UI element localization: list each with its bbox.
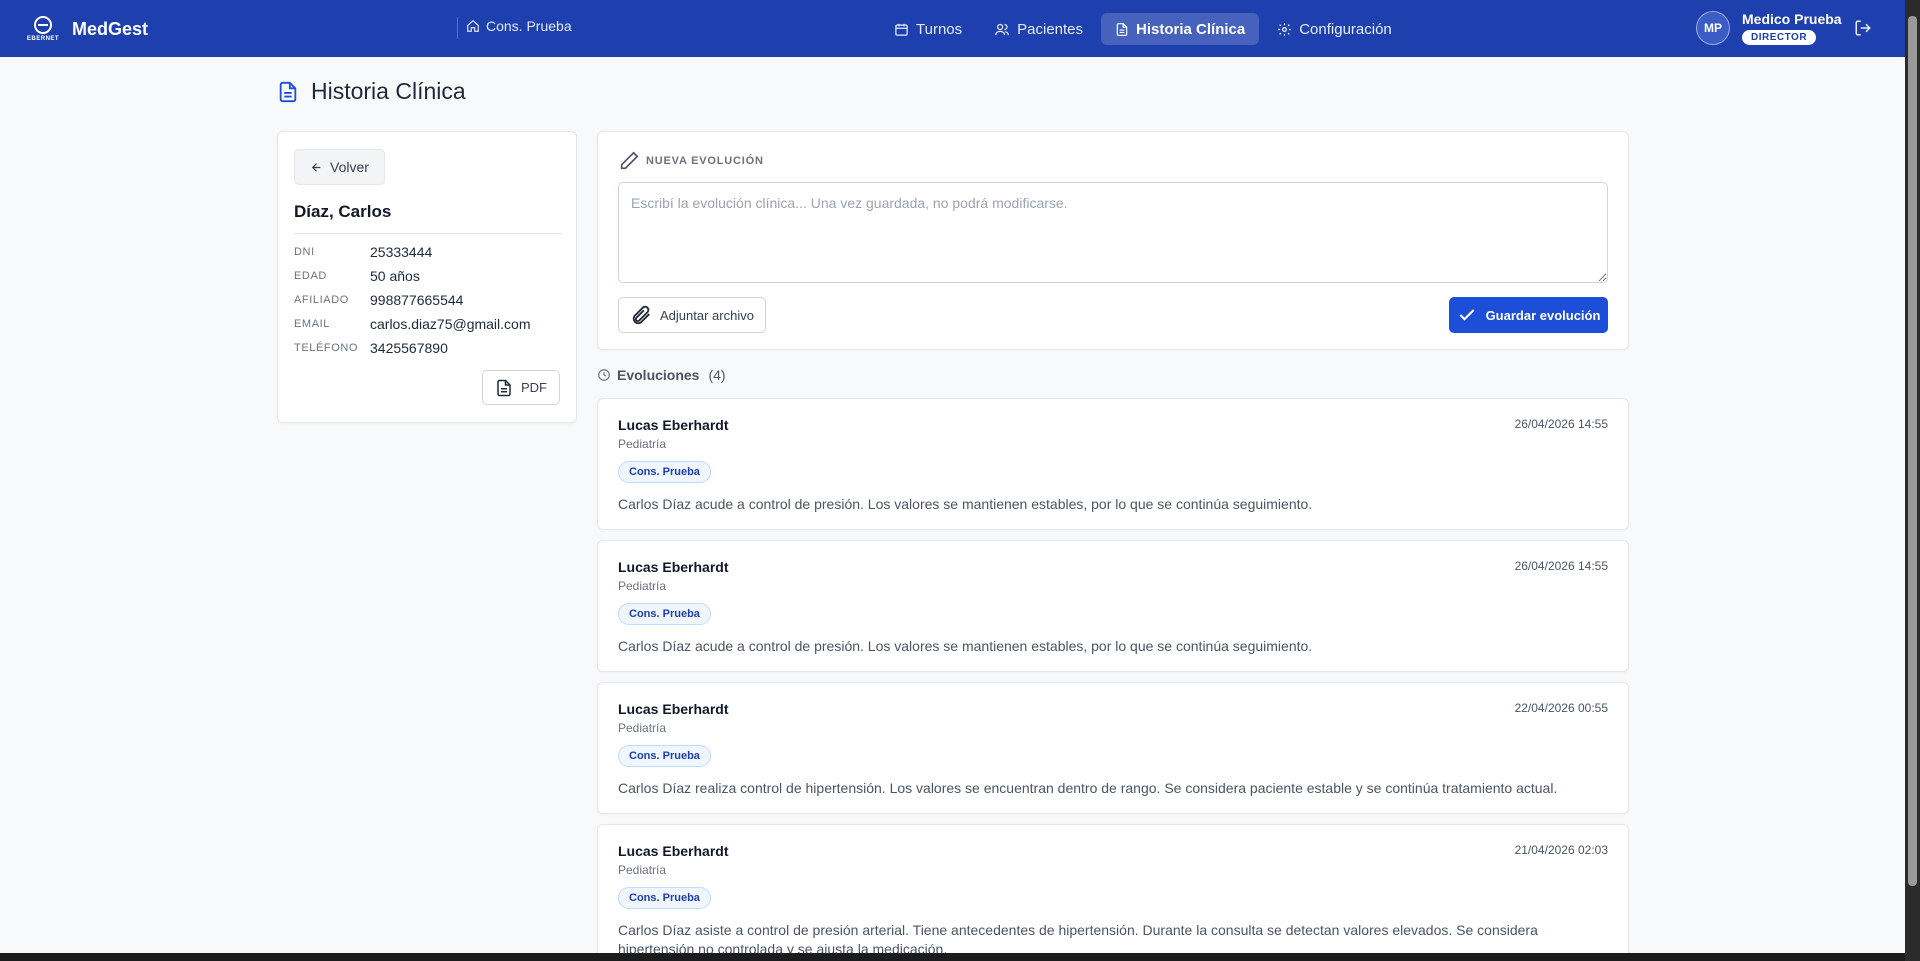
divider xyxy=(457,17,458,39)
nav-configuracion[interactable]: Configuración xyxy=(1263,13,1406,45)
consultorio-selector[interactable]: Cons. Prueba xyxy=(466,18,572,34)
field-value: 50 años xyxy=(370,268,420,284)
entry-specialty: Pediatría xyxy=(618,721,667,735)
entry-specialty: Pediatría xyxy=(618,437,667,451)
divider xyxy=(294,233,562,234)
evolution-entry: Lucas Eberhardt Pediatría 26/04/2026 14:… xyxy=(597,398,1629,530)
user-name: Medico Prueba xyxy=(1742,11,1842,27)
main-nav: Turnos Pacientes Historia Clínica Config… xyxy=(880,13,1410,45)
entry-date: 26/04/2026 14:55 xyxy=(1514,559,1608,573)
evolution-entry: Lucas Eberhardt Pediatría 22/04/2026 00:… xyxy=(597,682,1629,814)
logout-icon xyxy=(1855,20,1871,36)
field-dni: DNI 25333444 xyxy=(294,244,432,260)
field-email: EMAIL carlos.diaz75@gmail.com xyxy=(294,316,531,332)
consultorio-badge: Cons. Prueba xyxy=(618,887,711,909)
nav-historia-label: Historia Clínica xyxy=(1136,20,1246,38)
evolution-entry: Lucas Eberhardt Pediatría 21/04/2026 02:… xyxy=(597,824,1629,961)
new-evolution-heading: NUEVA EVOLUCIÓN xyxy=(646,155,764,167)
taskbar-strip xyxy=(0,953,1905,961)
document-icon xyxy=(497,379,511,396)
entry-date: 21/04/2026 02:03 xyxy=(1514,843,1608,857)
pdf-button[interactable]: PDF xyxy=(482,370,560,405)
check-icon xyxy=(1459,309,1474,321)
new-evolution-header: NUEVA EVOLUCIÓN xyxy=(618,150,764,172)
evolution-entry: Lucas Eberhardt Pediatría 26/04/2026 14:… xyxy=(597,540,1629,672)
field-afiliado: AFILIADO 998877665544 xyxy=(294,292,463,308)
entry-doctor: Lucas Eberhardt xyxy=(618,559,729,575)
nav-configuracion-label: Configuración xyxy=(1299,20,1392,38)
file-text-icon xyxy=(279,81,297,102)
field-edad: EDAD 50 años xyxy=(294,268,420,284)
field-label: AFILIADO xyxy=(294,294,349,306)
entry-date: 22/04/2026 00:55 xyxy=(1514,701,1608,715)
field-label: EMAIL xyxy=(294,318,331,330)
field-value: 25333444 xyxy=(370,244,433,260)
new-evolution-card: NUEVA EVOLUCIÓN Adjuntar archivo Guardar… xyxy=(597,131,1629,350)
back-button[interactable]: Volver xyxy=(294,149,385,185)
gear-icon xyxy=(1278,22,1291,36)
arrow-left-icon xyxy=(311,162,321,172)
paperclip-icon xyxy=(632,305,650,325)
page-header: Historia Clínica xyxy=(277,78,466,105)
entry-text: Carlos Díaz realiza control de hipertens… xyxy=(618,780,1558,796)
evolutions-label: Evoluciones xyxy=(617,367,700,383)
scrollbar[interactable] xyxy=(1905,0,1920,961)
pdf-button-label: PDF xyxy=(521,380,547,395)
nav-turnos-label: Turnos xyxy=(916,20,963,38)
nav-pacientes[interactable]: Pacientes xyxy=(980,13,1097,45)
entry-text: Carlos Díaz acude a control de presión. … xyxy=(618,496,1313,512)
top-navbar: EBERNET MedGest Cons. Prueba Turnos Paci… xyxy=(0,0,1905,57)
consultorio-badge: Cons. Prueba xyxy=(618,603,711,625)
field-label: DNI xyxy=(294,246,315,258)
logout-button[interactable] xyxy=(1854,19,1872,42)
scrollbar-thumb[interactable] xyxy=(1908,16,1917,886)
entry-date: 26/04/2026 14:55 xyxy=(1514,417,1608,431)
entry-specialty: Pediatría xyxy=(618,863,667,877)
evolution-textarea[interactable] xyxy=(618,182,1608,283)
patient-name: Díaz, Carlos xyxy=(294,202,392,221)
attach-file-button[interactable]: Adjuntar archivo xyxy=(618,297,766,333)
user-menu[interactable]: MP Medico Prueba DIRECTOR xyxy=(1696,11,1842,45)
app-name: MedGest xyxy=(72,18,149,39)
entry-doctor: Lucas Eberhardt xyxy=(618,417,729,433)
attach-file-label: Adjuntar archivo xyxy=(660,307,754,323)
consultorio-badge: Cons. Prueba xyxy=(618,461,711,483)
avatar: MP xyxy=(1696,11,1730,45)
pencil-icon xyxy=(620,151,639,170)
back-button-label: Volver xyxy=(330,159,369,175)
user-role-badge: DIRECTOR xyxy=(1742,30,1817,45)
consultorio-badge: Cons. Prueba xyxy=(618,745,711,767)
entry-doctor: Lucas Eberhardt xyxy=(618,701,729,717)
evolutions-header: Evoluciones (4) xyxy=(597,367,726,383)
field-value: 998877665544 xyxy=(370,292,464,308)
file-text-icon xyxy=(1116,22,1128,36)
save-evolution-button[interactable]: Guardar evolución xyxy=(1449,297,1608,333)
page-title: Historia Clínica xyxy=(311,78,466,104)
entry-specialty: Pediatría xyxy=(618,579,667,593)
consultorio-label: Cons. Prueba xyxy=(486,18,572,34)
field-value: carlos.diaz75@gmail.com xyxy=(370,316,531,332)
field-telefono: TELÉFONO 3425567890 xyxy=(294,340,448,356)
calendar-icon xyxy=(895,23,908,36)
brand[interactable]: EBERNET MedGest xyxy=(24,12,148,46)
clock-icon xyxy=(598,369,610,381)
nav-turnos[interactable]: Turnos xyxy=(880,13,976,45)
nav-historia-clinica[interactable]: Historia Clínica xyxy=(1101,13,1260,45)
nav-pacientes-label: Pacientes xyxy=(1017,20,1084,38)
entry-doctor: Lucas Eberhardt xyxy=(618,843,729,859)
logo: EBERNET xyxy=(24,12,62,46)
save-evolution-label: Guardar evolución xyxy=(1485,307,1601,323)
field-value: 3425567890 xyxy=(370,340,448,356)
evolutions-count: (4) xyxy=(708,367,726,383)
field-label: EDAD xyxy=(294,270,327,282)
patient-card: Volver Díaz, Carlos DNI 25333444 EDAD 50… xyxy=(277,131,577,423)
home-icon xyxy=(467,19,479,32)
field-label: TELÉFONO xyxy=(294,342,359,354)
logo-text: EBERNET xyxy=(26,36,60,42)
entry-text: Carlos Díaz acude a control de presión. … xyxy=(618,638,1313,654)
users-icon xyxy=(995,23,1010,35)
